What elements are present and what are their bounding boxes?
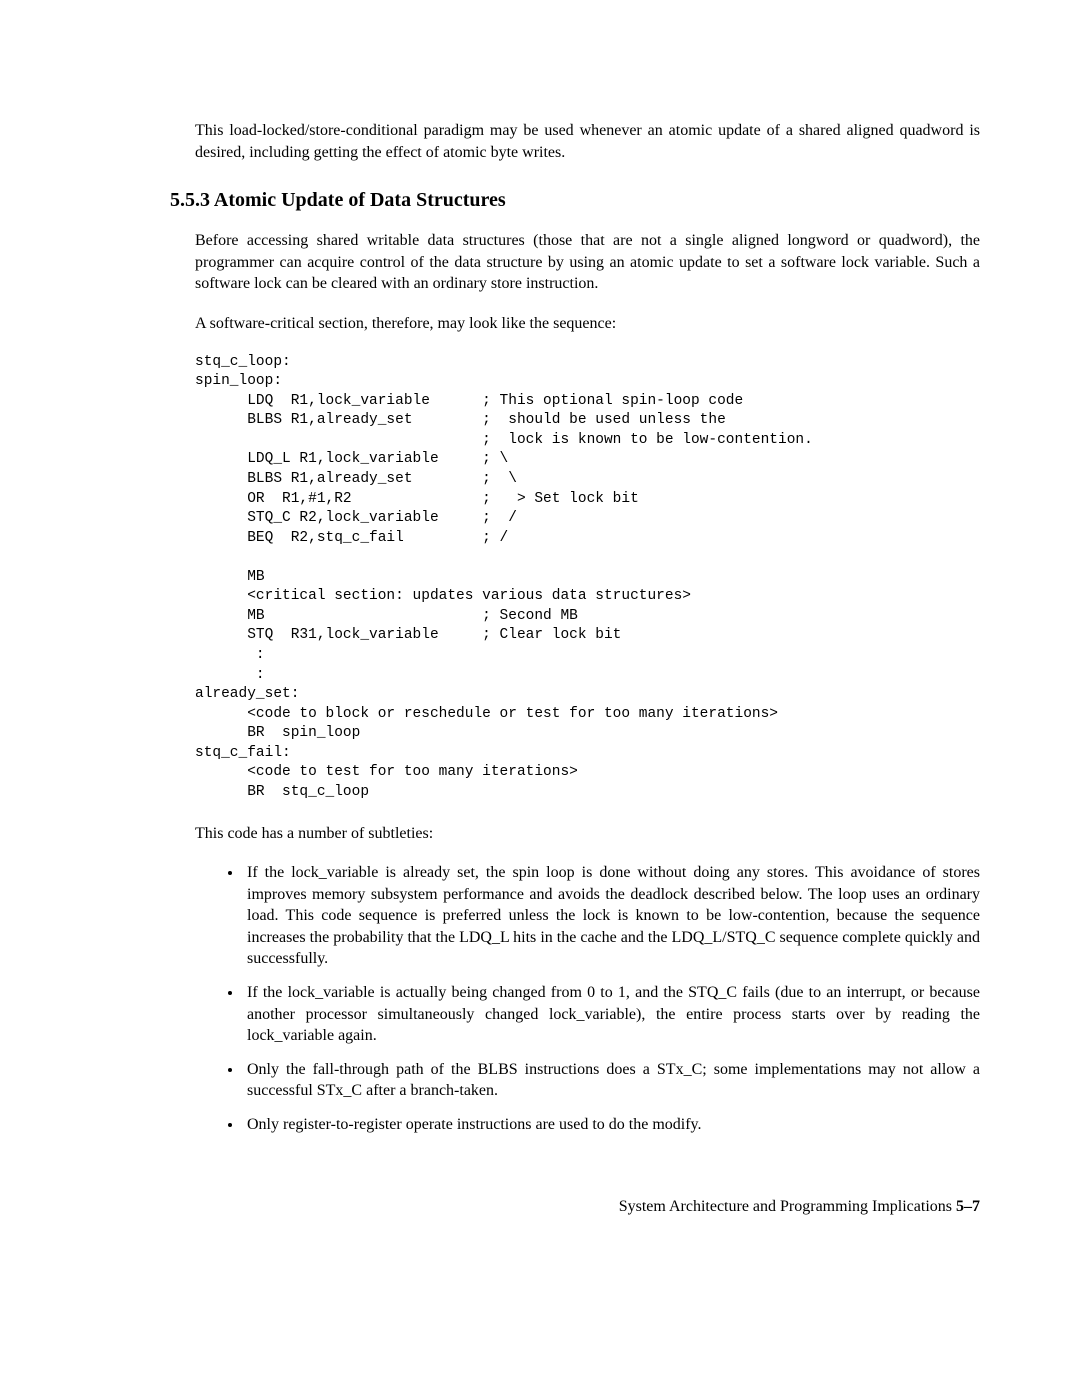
body-paragraph-3: This code has a number of subtleties: — [195, 823, 980, 845]
code-block: stq_c_loop: spin_loop: LDQ R1,lock_varia… — [195, 353, 980, 803]
list-item: Only register-to-register operate instru… — [243, 1114, 980, 1136]
section-heading: 5.5.3 Atomic Update of Data Structures — [170, 187, 980, 214]
list-item: If the lock_variable is actually being c… — [243, 982, 980, 1047]
bullet-list: If the lock_variable is already set, the… — [195, 862, 980, 1136]
page-number: 5–7 — [956, 1198, 980, 1215]
footer-title: System Architecture and Programming Impl… — [619, 1198, 956, 1215]
list-item: If the lock_variable is already set, the… — [243, 862, 980, 970]
list-item: Only the fall-through path of the BLBS i… — [243, 1059, 980, 1102]
page-footer: System Architecture and Programming Impl… — [170, 1196, 980, 1218]
body-paragraph-1: Before accessing shared writable data st… — [195, 230, 980, 295]
body-paragraph-2: A software-critical section, therefore, … — [195, 313, 980, 335]
intro-paragraph: This load-locked/store-conditional parad… — [195, 120, 980, 163]
